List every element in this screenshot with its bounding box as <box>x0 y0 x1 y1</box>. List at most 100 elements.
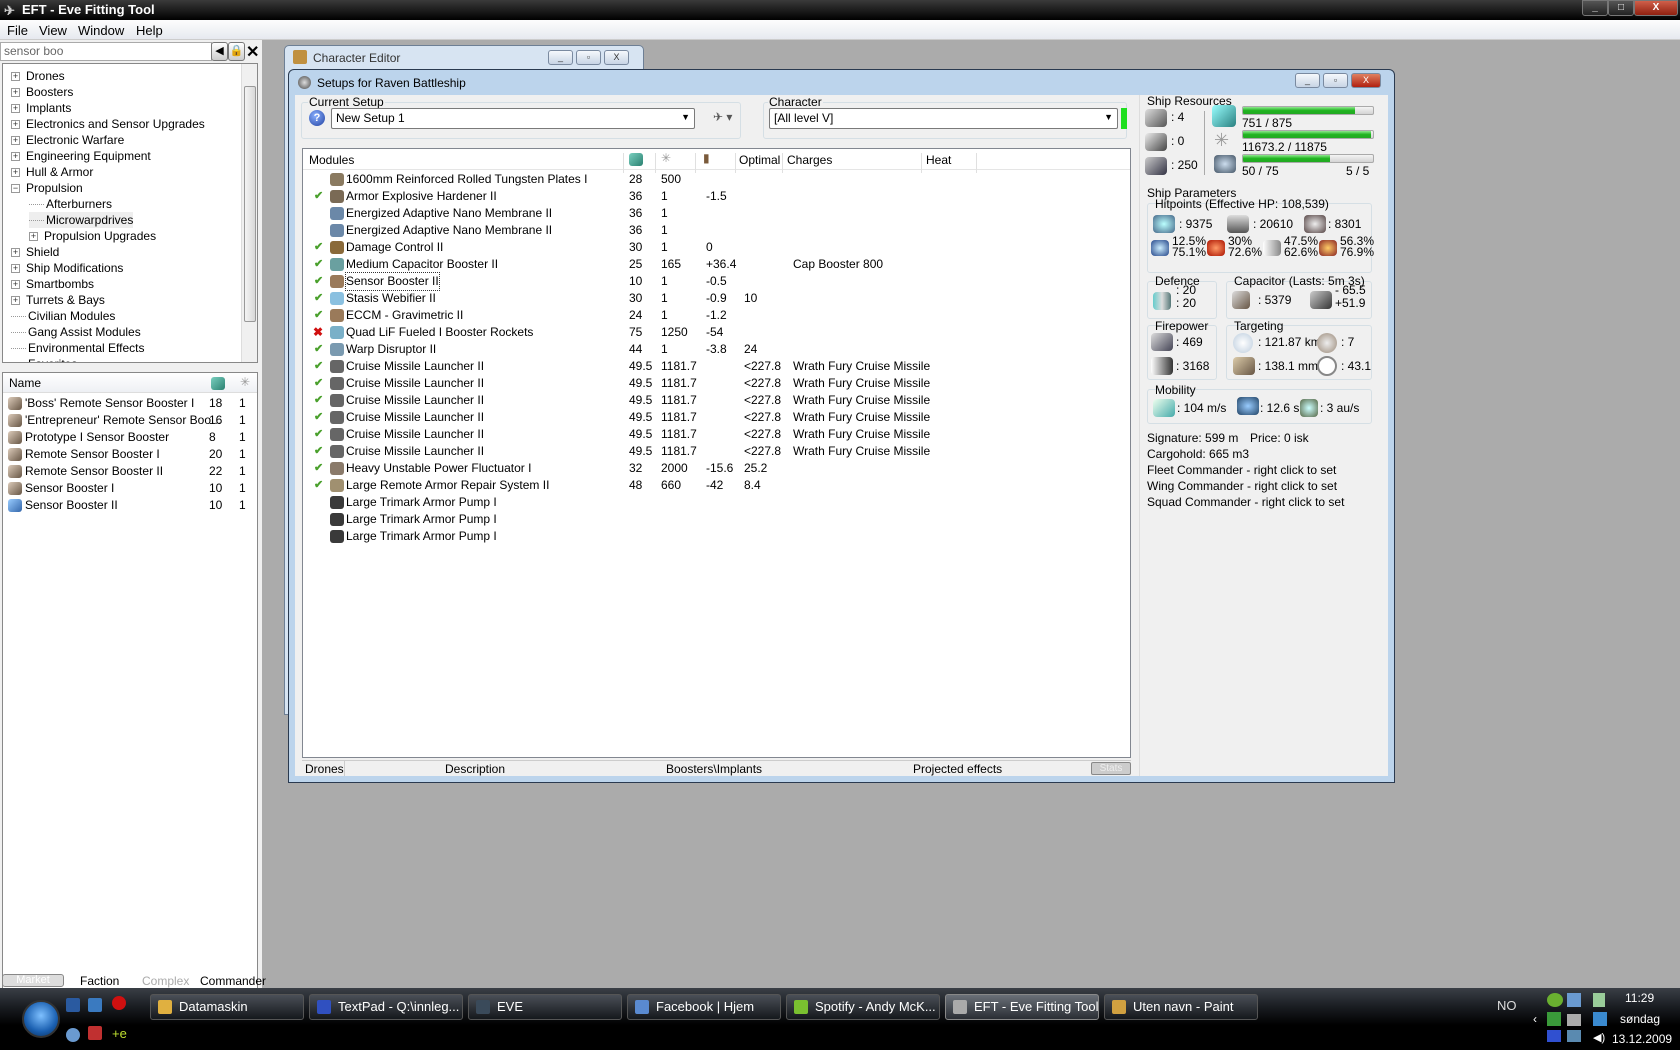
setup-close-button[interactable]: X <box>1351 73 1381 88</box>
tab-projected-effects[interactable]: Projected effects <box>913 762 1002 776</box>
capacitor-column-icon[interactable]: ▮ <box>703 151 710 165</box>
module-active-check-icon[interactable]: ✔ <box>314 188 323 205</box>
heat-column-header[interactable]: Heat <box>926 153 951 167</box>
cpu-column-icon[interactable] <box>629 153 643 166</box>
name-column-header[interactable]: Name <box>9 376 41 390</box>
list-item[interactable]: Sensor Booster I 10 1 <box>3 480 257 497</box>
clock-day[interactable]: søndag <box>1620 1012 1660 1026</box>
show-hidden-icons[interactable]: ‹ <box>1533 1012 1537 1026</box>
list-item[interactable]: 'Entrepreneur' Remote Sensor Boo... 16 1 <box>3 412 257 429</box>
show-desktop-icon[interactable] <box>66 998 80 1012</box>
list-item[interactable]: 'Boss' Remote Sensor Booster I 18 1 <box>3 395 257 412</box>
opera-icon[interactable] <box>112 996 126 1010</box>
tree-item[interactable]: + Drones <box>11 68 65 84</box>
expand-icon[interactable]: + <box>11 88 20 98</box>
ship-menu-icon[interactable]: ✈ ▾ <box>713 110 732 124</box>
sw-icon[interactable] <box>88 1026 102 1040</box>
module-row[interactable]: ✔ ECCM - Gravimetric II 24 1 -1.2 <box>303 307 1130 324</box>
tree-item[interactable]: + Engineering Equipment <box>11 148 151 164</box>
tree-item[interactable]: Favorites <box>11 356 77 362</box>
module-active-check-icon[interactable]: ✔ <box>314 341 323 358</box>
module-active-check-icon[interactable]: ✔ <box>314 443 323 460</box>
expand-icon[interactable]: + <box>29 232 38 242</box>
expand-icon[interactable]: + <box>11 72 20 82</box>
browser-icon[interactable] <box>66 1028 80 1042</box>
messenger-tray-icon[interactable] <box>1567 993 1581 1007</box>
modules-list[interactable]: Modules ✳ ▮ Optimal Charges Heat 1600mm … <box>302 148 1131 758</box>
market-tree[interactable]: Favorites Environmental Effects Gang Assis… <box>2 63 258 363</box>
wing-commander-slot[interactable]: Wing Commander - right click to set <box>1147 479 1337 493</box>
setup-minimize-button[interactable]: _ <box>1295 73 1320 88</box>
taskbar-button[interactable]: TextPad - Q:\innleg... <box>309 994 463 1020</box>
module-row[interactable]: Large Trimark Armor Pump I <box>303 511 1130 528</box>
clear-search-icon[interactable]: ✕ <box>246 42 259 62</box>
cpu-column-icon[interactable] <box>211 377 225 390</box>
tab-complex[interactable]: Complex <box>142 974 189 988</box>
taskbar-button[interactable]: Spotify - Andy McK... <box>786 994 940 1020</box>
app-tray-icon[interactable] <box>1567 1030 1581 1042</box>
maximize-button[interactable]: □ <box>1608 0 1634 16</box>
tree-scrollbar[interactable] <box>241 64 257 362</box>
tree-item[interactable]: − Propulsion <box>11 180 83 196</box>
tab-market[interactable]: Market <box>2 974 64 987</box>
module-active-check-icon[interactable]: ✔ <box>314 290 323 307</box>
expand-icon[interactable]: + <box>11 136 20 146</box>
module-active-check-icon[interactable]: ✔ <box>314 273 323 290</box>
expand-icon[interactable]: + <box>11 296 20 306</box>
char-minimize-button[interactable]: _ <box>548 50 573 65</box>
squad-commander-slot[interactable]: Squad Commander - right click to set <box>1147 495 1344 509</box>
module-active-check-icon[interactable]: ✔ <box>314 426 323 443</box>
character-select[interactable]: [All level V] ▼ <box>769 108 1118 129</box>
tree-item[interactable]: + Propulsion Upgrades <box>29 228 156 244</box>
search-input[interactable]: sensor boo <box>0 42 212 61</box>
start-button[interactable] <box>22 1000 60 1038</box>
expand-icon[interactable]: + <box>11 280 20 290</box>
char-restore-button[interactable]: ▫ <box>576 50 601 65</box>
list-item[interactable]: Prototype I Sensor Booster 8 1 <box>3 429 257 446</box>
expand-icon[interactable]: + <box>11 152 20 162</box>
module-row[interactable]: ✔ Cruise Missile Launcher II 49.5 1181.7 <22… <box>303 409 1130 426</box>
module-row[interactable]: ✔ Cruise Missile Launcher II 49.5 1181.7 <22… <box>303 443 1130 460</box>
module-active-check-icon[interactable]: ✔ <box>314 375 323 392</box>
help-icon[interactable]: ? <box>309 110 325 126</box>
module-row[interactable]: 1600mm Reinforced Rolled Tungsten Plates… <box>303 171 1130 188</box>
tab-commander[interactable]: Commander <box>200 974 266 988</box>
minimize-button[interactable]: _ <box>1582 0 1608 16</box>
charges-column-header[interactable]: Charges <box>787 153 832 167</box>
module-active-check-icon[interactable]: ✔ <box>314 460 323 477</box>
tree-item[interactable]: + Shield <box>11 244 59 260</box>
tree-item[interactable]: + Turrets & Bays <box>11 292 105 308</box>
filter-tray-icon[interactable] <box>1547 1030 1561 1042</box>
module-row[interactable]: ✔ Heavy Unstable Power Fluctuator I 32 2000… <box>303 460 1130 477</box>
lock-icon[interactable]: 🔒 <box>228 42 245 61</box>
list-item[interactable]: Sensor Booster II 10 1 <box>3 497 257 514</box>
module-row[interactable]: Large Trimark Armor Pump I <box>303 494 1130 511</box>
module-row[interactable]: Energized Adaptive Nano Membrane II 36 1 <box>303 222 1130 239</box>
char-close-button[interactable]: X <box>604 50 629 65</box>
modules-column-header[interactable]: Modules <box>309 153 354 167</box>
module-offline-x-icon[interactable]: ✖ <box>313 324 323 341</box>
menu-file[interactable]: File <box>7 23 28 38</box>
tab-boosters-implants[interactable]: Boosters\Implants <box>666 762 762 776</box>
module-active-check-icon[interactable]: ✔ <box>314 358 323 375</box>
tree-item[interactable]: Gang Assist Modules <box>11 324 141 340</box>
tree-item[interactable]: + Boosters <box>11 84 73 100</box>
fleet-commander-slot[interactable]: Fleet Commander - right click to set <box>1147 463 1336 477</box>
module-active-check-icon[interactable]: ✔ <box>314 239 323 256</box>
switch-windows-icon[interactable] <box>88 998 102 1012</box>
module-row[interactable]: ✔ Cruise Missile Launcher II 49.5 1181.7 <22… <box>303 426 1130 443</box>
module-row[interactable]: ✔ Armor Explosive Hardener II 36 1 -1.5 <box>303 188 1130 205</box>
tree-item[interactable]: Civilian Modules <box>11 308 115 324</box>
tab-faction[interactable]: Faction <box>80 974 119 988</box>
menu-view[interactable]: View <box>39 23 67 38</box>
clock-time[interactable]: 11:29 <box>1625 991 1654 1005</box>
expand-icon[interactable]: + <box>11 248 20 258</box>
module-active-check-icon[interactable]: ✔ <box>314 392 323 409</box>
expand-icon[interactable]: + <box>11 104 20 114</box>
module-row[interactable]: ✔ Cruise Missile Launcher II 49.5 1181.7 <22… <box>303 358 1130 375</box>
taskbar-button[interactable]: EVE <box>468 994 622 1020</box>
tab-stats[interactable]: Stats <box>1091 762 1131 775</box>
menu-help[interactable]: Help <box>136 23 163 38</box>
module-row[interactable]: ✔ Damage Control II 30 1 0 <box>303 239 1130 256</box>
spotify-tray-icon[interactable] <box>1547 993 1563 1007</box>
